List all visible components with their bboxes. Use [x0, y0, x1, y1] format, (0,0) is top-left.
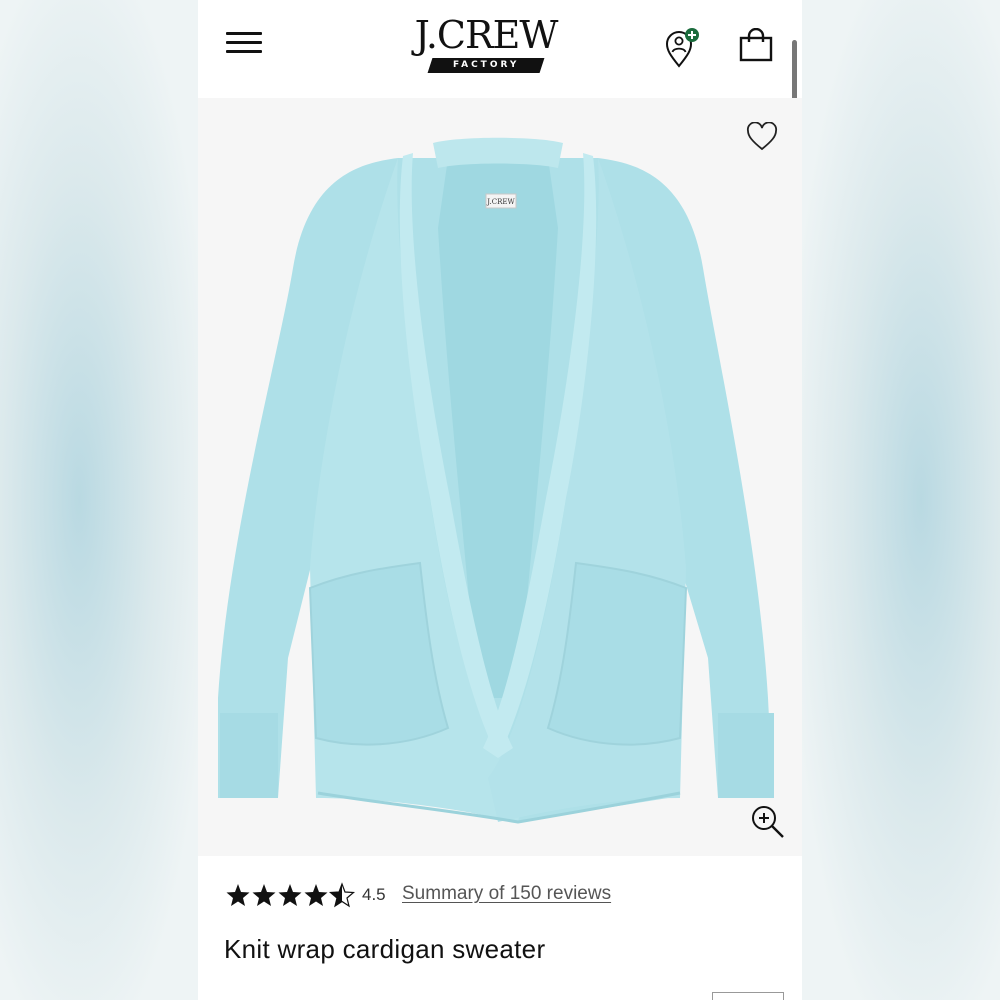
star-full-icon	[226, 884, 250, 906]
brand-logo[interactable]: J.CREW FACTORY	[408, 14, 564, 74]
product-title: Knit wrap cardigan sweater	[224, 934, 546, 964]
header-bar: J.CREW FACTORY	[198, 0, 802, 98]
mobile-page: J.CREW FACTORY J.CREW 4.5 Summary of 150…	[198, 0, 802, 1000]
star-full-icon	[278, 884, 302, 906]
product-image-area: J.CREW	[198, 98, 802, 856]
hamburger-menu-icon[interactable]	[226, 30, 262, 56]
background-blur-left	[0, 0, 198, 1000]
background-blur-right	[802, 0, 1000, 1000]
star-rating	[226, 883, 355, 907]
store-location-pin-icon[interactable]	[664, 28, 704, 68]
partial-element[interactable]	[712, 992, 784, 1000]
heart-icon[interactable]	[746, 121, 778, 152]
star-full-icon	[252, 884, 276, 906]
rating-row: 4.5 Summary of 150 reviews	[224, 880, 784, 910]
zoom-in-icon[interactable]	[750, 804, 786, 840]
garment-label: J.CREW	[486, 198, 515, 206]
brand-subtitle: FACTORY	[427, 58, 545, 73]
reviews-summary-link[interactable]: Summary of 150 reviews	[402, 883, 611, 905]
shopping-bag-icon[interactable]	[738, 27, 774, 64]
product-image[interactable]: J.CREW	[198, 98, 802, 856]
rating-value: 4.5	[362, 885, 386, 904]
brand-name: J.CREW	[414, 13, 559, 57]
star-full-icon	[304, 884, 328, 906]
